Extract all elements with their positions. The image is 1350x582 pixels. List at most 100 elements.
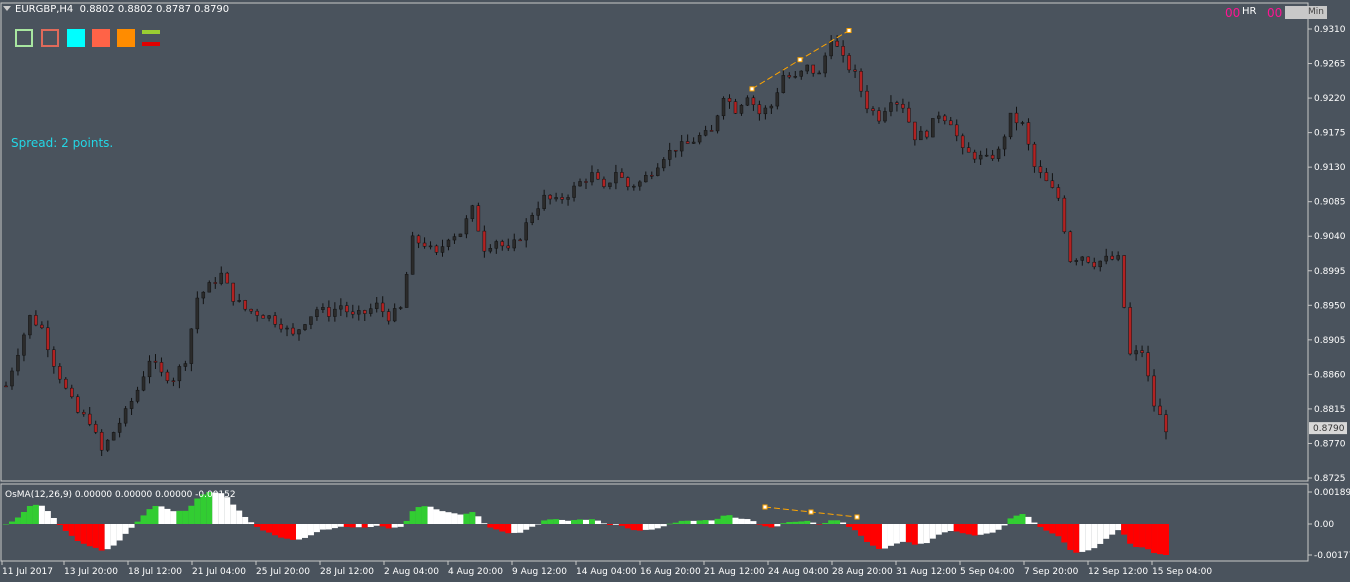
indicator-legend xyxy=(15,29,165,51)
candle xyxy=(590,172,594,183)
osma-bar xyxy=(1145,524,1152,550)
osma-bar xyxy=(487,524,494,528)
osma-bar xyxy=(50,517,57,524)
time-tick-label: 14 Aug 04:00 xyxy=(576,567,637,577)
chart-window[interactable]: 0.9310 0.9265 0.9220 0.9175 0.9130 0.9085 0.90… xyxy=(0,0,1350,582)
candle xyxy=(363,310,367,314)
candle xyxy=(458,233,463,237)
candle xyxy=(1008,112,1013,138)
chevron-down-icon[interactable] xyxy=(3,6,11,11)
candle xyxy=(452,236,457,241)
candle xyxy=(913,121,917,141)
osma-bar xyxy=(1061,524,1068,543)
osma-bar xyxy=(756,524,763,525)
osma-bar xyxy=(1067,524,1074,550)
candle xyxy=(578,181,582,187)
oscillator-tick-label: 0.00 xyxy=(1314,520,1334,530)
candle xyxy=(141,376,146,391)
osma-bar xyxy=(1151,524,1158,553)
legend-box-orange[interactable] xyxy=(117,29,135,47)
osma-bar xyxy=(415,507,422,524)
candle xyxy=(297,329,301,335)
osma-bar xyxy=(278,524,285,538)
osma-bar xyxy=(959,524,966,534)
osma-bar xyxy=(846,524,853,527)
osma-bar xyxy=(822,522,829,524)
osma-bar xyxy=(481,523,488,524)
osma-bar xyxy=(343,524,350,527)
osma-bar xyxy=(110,524,117,546)
legend-line-green[interactable] xyxy=(142,30,160,34)
candle xyxy=(1158,405,1162,415)
candle xyxy=(644,175,648,183)
candle xyxy=(99,431,104,451)
oscillator-label: OsMA(12,26,9) 0.00000 0.00000 0.00000 -0… xyxy=(5,490,236,500)
candle xyxy=(554,197,558,200)
candle xyxy=(691,141,696,144)
osma-bar xyxy=(427,506,434,524)
osma-bar xyxy=(1025,516,1032,524)
osma-bar xyxy=(134,521,141,524)
osma-bar xyxy=(720,515,727,524)
divergence-handle[interactable] xyxy=(846,28,852,34)
legend-box-outline-red[interactable] xyxy=(41,29,59,47)
candle xyxy=(865,90,869,110)
candle xyxy=(721,98,726,117)
candle xyxy=(901,103,905,109)
candle xyxy=(829,40,833,57)
osma-bar xyxy=(666,523,673,525)
symbol-header[interactable]: EURGBP,H4 0.8802 0.8802 0.8787 0.8790 xyxy=(3,4,229,15)
osma-bar xyxy=(361,524,368,528)
osma-bar xyxy=(852,524,859,531)
osma-bar xyxy=(648,524,655,530)
osma-bar xyxy=(1097,524,1104,544)
osma-bar xyxy=(630,524,637,531)
osma-bar xyxy=(1031,522,1038,524)
candle xyxy=(626,177,630,187)
legend-box-cyan[interactable] xyxy=(67,29,85,47)
osma-bar xyxy=(905,524,912,543)
candle xyxy=(943,115,947,122)
osma-bar xyxy=(62,524,69,531)
chart-canvas[interactable]: 0.9310 0.9265 0.9220 0.9175 0.9130 0.9085 0.90… xyxy=(0,0,1350,582)
divergence-handle[interactable] xyxy=(797,57,803,63)
candle xyxy=(650,175,654,177)
minutes-button[interactable]: Min xyxy=(1285,6,1327,19)
osma-bar xyxy=(1139,524,1146,548)
candle xyxy=(751,97,756,105)
osma-bar xyxy=(965,524,972,535)
candle xyxy=(847,55,851,71)
candle xyxy=(1116,255,1120,260)
candle xyxy=(1032,143,1037,167)
price-tick-label: 0.9040 xyxy=(1314,232,1346,242)
divergence-handle[interactable] xyxy=(808,509,814,515)
candle xyxy=(925,130,929,138)
divergence-lines[interactable] xyxy=(749,28,860,520)
osma-bar xyxy=(654,524,661,529)
candle xyxy=(482,230,487,252)
time-tick-label: 21 Jul 04:00 xyxy=(192,567,246,577)
legend-line-red[interactable] xyxy=(142,42,160,46)
divergence-handle[interactable] xyxy=(749,86,755,92)
divergence-handle[interactable] xyxy=(854,514,860,520)
price-tick-label: 0.8815 xyxy=(1314,405,1346,415)
legend-box-outline-green[interactable] xyxy=(15,29,33,47)
candle xyxy=(1146,352,1150,377)
candle xyxy=(1128,307,1132,355)
osma-bar xyxy=(1043,524,1050,531)
candle xyxy=(422,242,427,247)
candle xyxy=(237,300,241,302)
candle xyxy=(841,46,845,56)
legend-box-tomato[interactable] xyxy=(92,29,110,47)
candle xyxy=(1134,350,1138,355)
osma-bar xyxy=(523,524,530,530)
divergence-handle[interactable] xyxy=(762,504,768,510)
osma-bar xyxy=(397,524,404,527)
candle xyxy=(231,282,235,302)
osma-bar xyxy=(732,517,739,524)
price-plot-frame xyxy=(0,2,1309,482)
candle xyxy=(410,235,415,275)
osma-bar xyxy=(660,524,667,527)
time-tick-label: 21 Aug 12:00 xyxy=(704,567,765,577)
candle xyxy=(105,439,110,451)
